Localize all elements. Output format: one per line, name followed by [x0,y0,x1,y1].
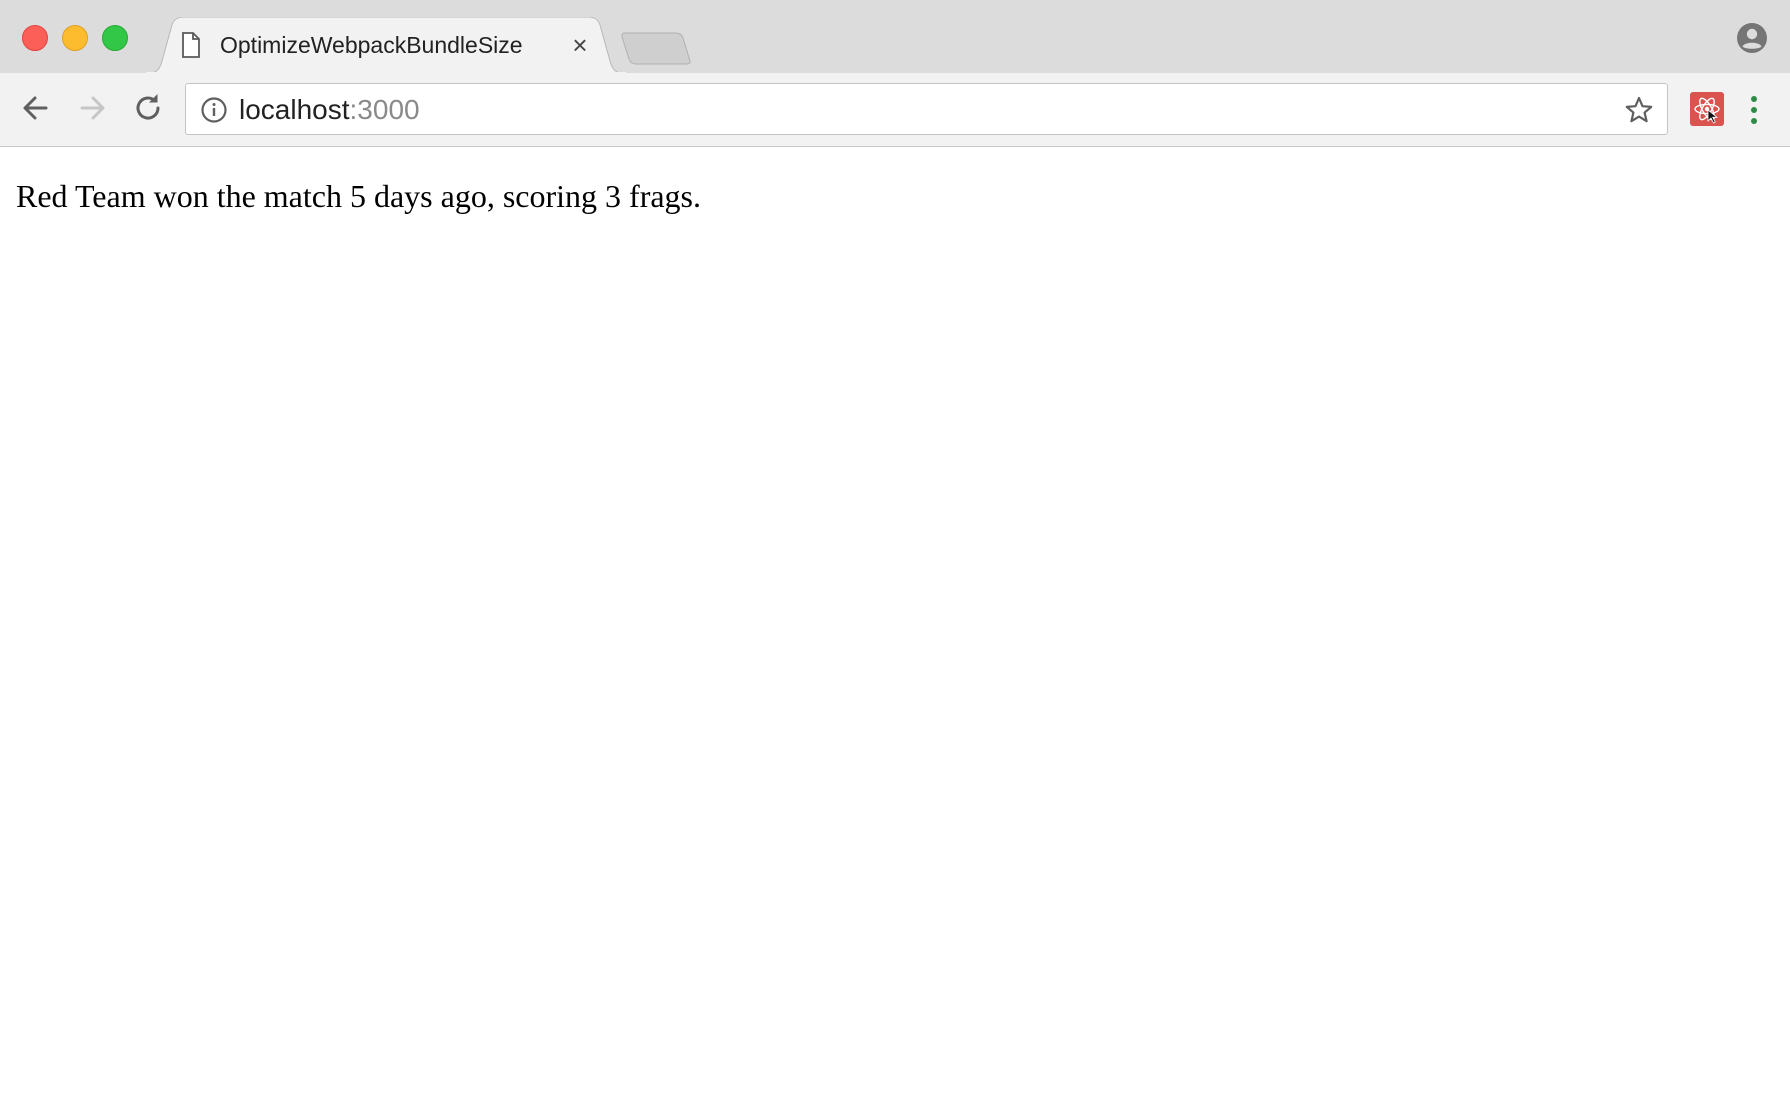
tab-active[interactable]: OptimizeWebpackBundleSize × [146,17,626,74]
forward-button[interactable] [72,88,112,128]
window-maximize-button[interactable] [102,25,128,51]
page-content: Red Team won the match 5 days ago, scori… [0,147,1790,1110]
back-button[interactable] [16,88,56,128]
url-text[interactable]: localhost:3000 [239,95,420,125]
match-result-text: Red Team won the match 5 days ago, scori… [16,178,701,214]
tab-title: OptimizeWebpackBundleSize [220,32,523,58]
react-atom-icon [1694,97,1720,124]
profile-icon[interactable] [1736,22,1768,54]
tab-strip: OptimizeWebpackBundleSize × [0,0,1790,74]
window-close-button[interactable] [22,25,48,51]
tab-close-icon[interactable]: × [566,31,594,59]
new-tab-button[interactable] [620,31,692,65]
reload-button[interactable] [128,88,168,128]
more-vertical-icon[interactable] [1742,90,1766,130]
document-icon [182,32,200,58]
url-host: localhost [239,94,350,125]
window-minimize-button[interactable] [62,25,88,51]
toolbar: localhost:3000 [0,73,1790,147]
url-port: :3000 [349,94,420,125]
star-icon[interactable] [1623,94,1655,126]
info-icon[interactable] [200,96,228,124]
react-devtools-icon[interactable] [1690,92,1724,126]
browser-window: OptimizeWebpackBundleSize × localhost:30… [0,0,1790,1110]
address-bar[interactable]: localhost:3000 [185,83,1668,135]
